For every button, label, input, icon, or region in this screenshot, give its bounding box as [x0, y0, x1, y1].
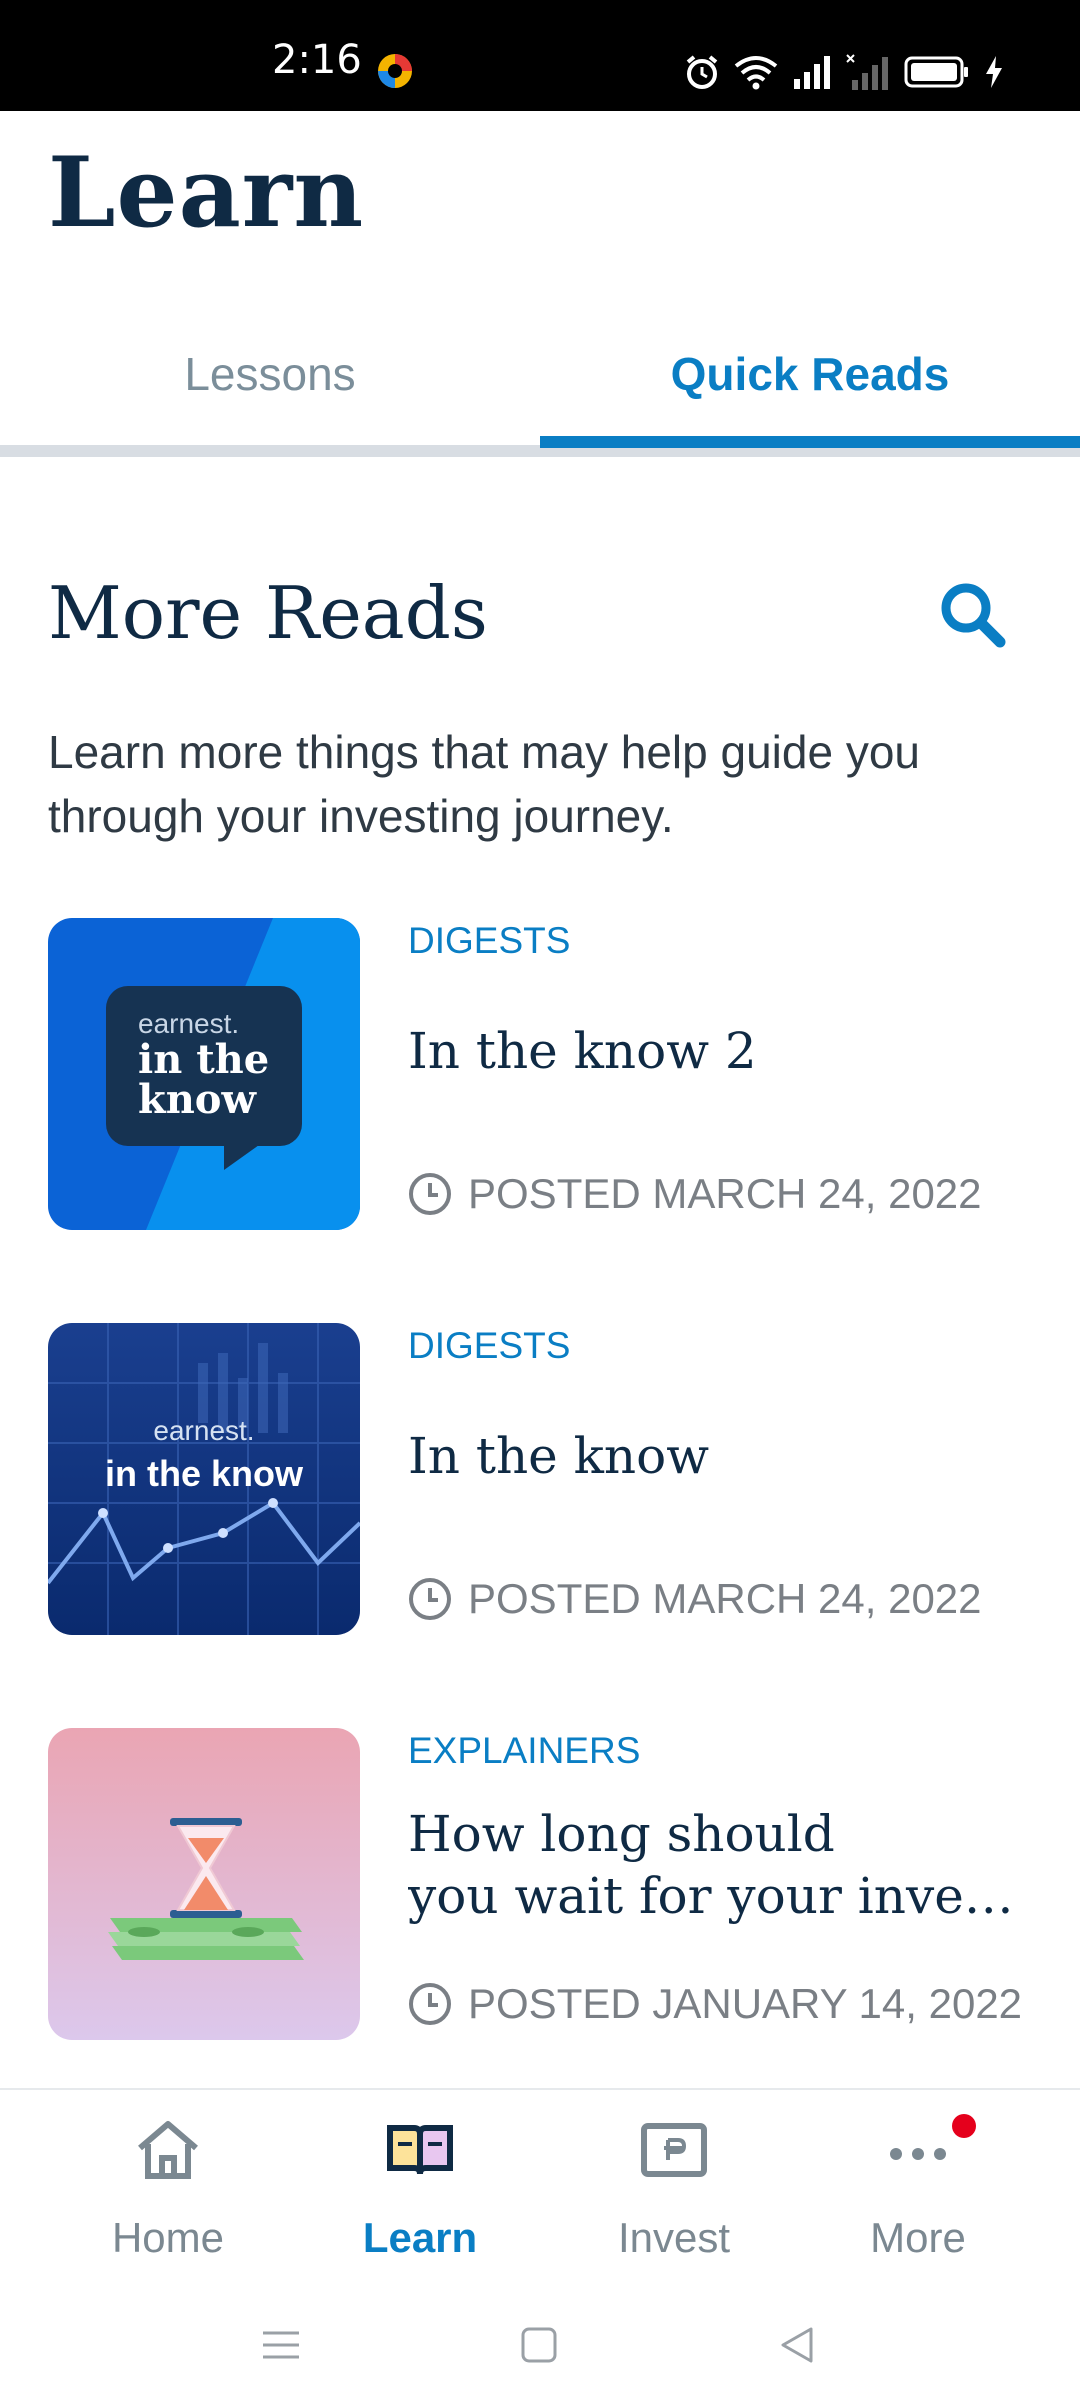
article-title-line-1: How long should — [408, 1805, 835, 1863]
active-tab-indicator — [540, 436, 1080, 448]
nav-home[interactable]: Home — [68, 2114, 268, 2264]
clock-icon — [409, 1578, 451, 1620]
app-notification-icon — [378, 54, 412, 88]
home-icon — [138, 2121, 198, 2179]
posted-text: POSTED MARCH 24, 2022 — [468, 1575, 982, 1622]
page-title: Learn — [48, 136, 365, 249]
article-category: DIGESTS — [408, 1325, 571, 1366]
article-meta: DIGESTS In the know POSTED MARCH 24, 202… — [408, 1323, 1038, 1635]
article-meta: EXPLAINERS How long should you wait for … — [408, 1728, 1038, 2040]
article-card[interactable]: EXPLAINERS How long should you wait for … — [48, 1728, 1038, 2040]
search-icon — [941, 583, 1006, 648]
article-category: EXPLAINERS — [408, 1730, 641, 1771]
charging-icon — [986, 56, 1002, 88]
nav-learn[interactable]: Learn — [320, 2114, 520, 2264]
battery-icon — [904, 56, 968, 88]
status-icons — [684, 50, 1004, 94]
system-nav-bar — [0, 2290, 1080, 2400]
tab-quick-reads[interactable]: Quick Reads — [540, 300, 1080, 448]
article-thumbnail — [48, 1728, 360, 2040]
article-thumbnail: earnest. in the know — [48, 918, 360, 1230]
article-thumbnail: earnest. in the know — [48, 1323, 360, 1635]
nav-home-label: Home — [111, 2214, 225, 2261]
nav-invest-label: Invest — [617, 2214, 731, 2261]
thumb-line-1: in the — [138, 1036, 270, 1083]
article-title: In the know 2 — [408, 1022, 757, 1080]
nav-more[interactable]: More — [818, 2114, 1018, 2264]
home-button[interactable] — [504, 2310, 574, 2380]
article-title: How long should you wait for your inve… — [408, 1803, 1048, 1927]
back-button[interactable] — [762, 2310, 832, 2380]
section-description: Learn more things that may help guide yo… — [48, 726, 920, 842]
posted-text: POSTED JANUARY 14, 2022 — [468, 1980, 1023, 2027]
thumb-line-2: know — [138, 1076, 256, 1123]
clock-icon — [409, 1173, 451, 1215]
signal-off-icon — [846, 54, 888, 90]
hourglass-money-artwork — [48, 1728, 360, 2040]
alarm-icon — [686, 55, 718, 89]
clock-icon — [409, 1983, 451, 2025]
recents-button[interactable] — [246, 2310, 316, 2380]
square-icon — [521, 2327, 557, 2363]
thumb-line-1: in the know — [105, 1453, 303, 1494]
article-category: DIGESTS — [408, 920, 571, 961]
status-bar: 2:16 — [0, 0, 1080, 111]
posted-text: POSTED MARCH 24, 2022 — [468, 1170, 982, 1217]
notification-badge — [952, 2114, 976, 2138]
article-title: In the know — [408, 1427, 710, 1485]
signal-icon — [794, 56, 830, 89]
invest-icon — [641, 2123, 707, 2177]
book-icon — [387, 2125, 453, 2175]
article-card[interactable]: earnest. in the know DIGESTS In the know… — [48, 1323, 1038, 1635]
thumb-brand: earnest. — [153, 1415, 255, 1446]
menu-lines-icon — [263, 2331, 299, 2359]
nav-more-label: More — [870, 2214, 966, 2261]
tab-lessons[interactable]: Lessons — [0, 300, 540, 448]
nav-learn-label: Learn — [362, 2214, 478, 2261]
status-time: 2:16 — [272, 37, 362, 83]
bottom-nav: Home Learn Invest More — [0, 2088, 1080, 2290]
article-posted-date: POSTED MARCH 24, 2022 — [408, 1575, 982, 1623]
nav-invest[interactable]: Invest — [574, 2114, 774, 2264]
more-dots-icon — [890, 2148, 946, 2160]
search-button[interactable] — [932, 574, 1012, 654]
section-title: More Reads — [48, 571, 488, 655]
article-card[interactable]: earnest. in the know DIGESTS In the know… — [48, 918, 1038, 1230]
wifi-icon — [734, 56, 778, 90]
article-posted-date: POSTED MARCH 24, 2022 — [408, 1170, 982, 1218]
back-triangle-icon — [781, 2327, 813, 2363]
article-posted-date: POSTED JANUARY 14, 2022 — [408, 1980, 1022, 2028]
article-title-line-2: you wait for your inve… — [408, 1867, 1014, 1925]
article-meta: DIGESTS In the know 2 POSTED MARCH 24, 2… — [408, 918, 1038, 1230]
